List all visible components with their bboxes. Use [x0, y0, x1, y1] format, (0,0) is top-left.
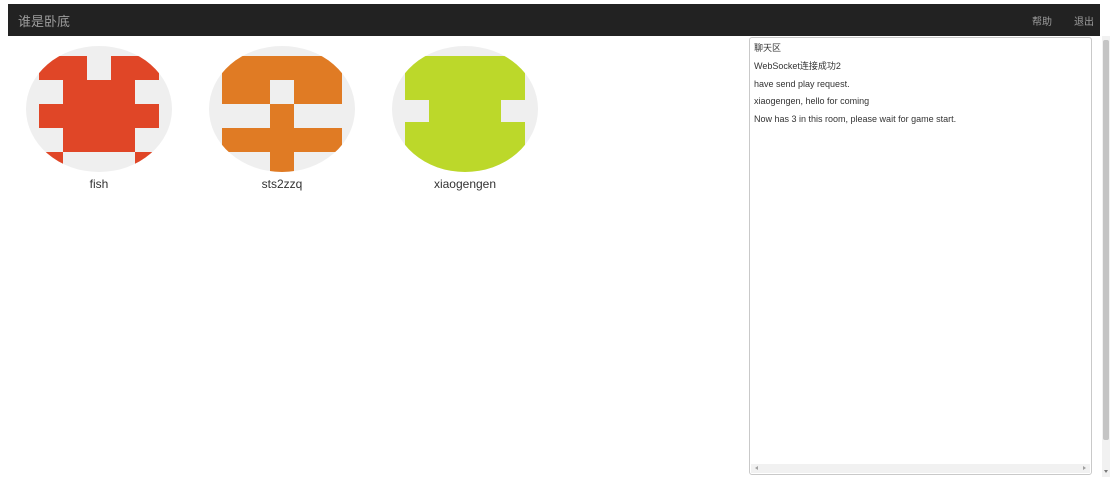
- identicon-avatar-icon: [392, 46, 538, 172]
- scrollbar-thumb[interactable]: [1103, 40, 1109, 440]
- top-navbar: 谁是卧底 帮助 退出: [8, 4, 1100, 36]
- chat-message: xiaogengen, hello for coming: [754, 96, 870, 106]
- chat-message: WebSocket连接成功2: [754, 61, 841, 71]
- identicon-avatar-icon: [26, 46, 172, 172]
- chat-message: have send play request.: [754, 78, 850, 89]
- player-name: sts2zzq: [261, 177, 303, 191]
- logout-link[interactable]: 退出: [1074, 13, 1094, 28]
- player-name: fish: [89, 177, 109, 191]
- page-vertical-scrollbar[interactable]: [1102, 36, 1110, 477]
- avatar-pattern-3: [405, 56, 525, 172]
- player-name: xiaogengen: [433, 177, 497, 191]
- scroll-right-arrow-icon[interactable]: [1083, 466, 1086, 470]
- player-card-sts2zzq: sts2zzq: [209, 46, 355, 191]
- chat-messages: WebSocket连接成功2 have send play request. x…: [754, 60, 1087, 130]
- chat-horizontal-scrollbar[interactable]: [751, 464, 1090, 473]
- app-title[interactable]: 谁是卧底: [18, 11, 70, 30]
- identicon-avatar-icon: [209, 46, 355, 172]
- avatar-pattern-1: [39, 56, 159, 172]
- player-card-xiaogengen: xiaogengen: [392, 46, 538, 191]
- chat-title: 聊天区: [754, 43, 782, 53]
- avatar-pattern-2: [222, 56, 342, 172]
- player-card-fish: fish: [26, 46, 172, 191]
- scroll-left-arrow-icon[interactable]: [755, 466, 758, 470]
- chat-panel[interactable]: 聊天区 WebSocket连接成功2 have send play reques…: [749, 37, 1092, 475]
- chat-message: Now has 3 in this room, please wait for …: [754, 113, 957, 124]
- scroll-down-arrow-icon[interactable]: [1104, 470, 1108, 473]
- help-link[interactable]: 帮助: [1032, 13, 1052, 28]
